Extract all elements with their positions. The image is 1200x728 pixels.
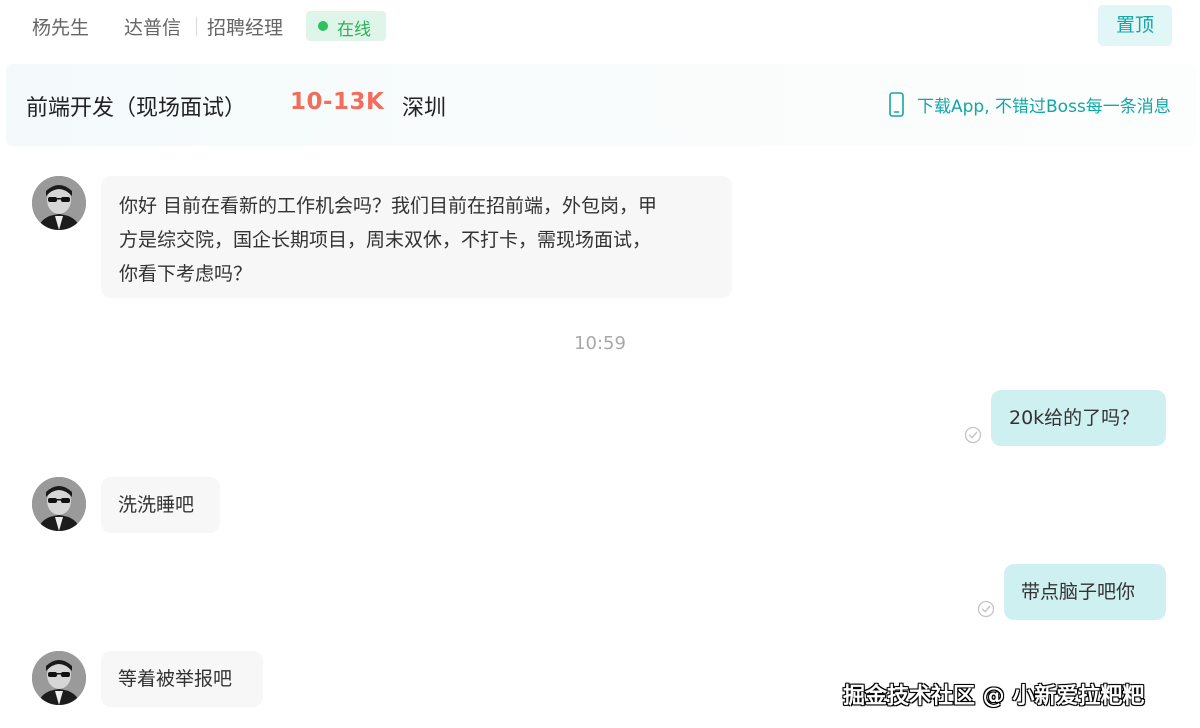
job-salary: 10-13K	[290, 89, 385, 115]
message-time-divider: 10:59	[574, 333, 626, 354]
online-status-text: 在线	[337, 20, 371, 40]
job-title[interactable]: 前端开发（现场面试）	[26, 90, 246, 122]
message-text: 洗洗睡吧	[118, 494, 195, 516]
message-text: 带点脑子吧你	[1021, 581, 1136, 603]
contact-role: 招聘经理	[207, 17, 284, 39]
download-app-text: 下载App, 不错过Boss每一条消息	[917, 97, 1171, 117]
message-text: 等着被举报吧	[118, 668, 233, 690]
read-receipt-icon	[964, 426, 982, 444]
online-status-badge: 在线	[306, 11, 386, 41]
contact-name: 杨先生	[32, 17, 90, 39]
mobile-phone-icon	[889, 92, 904, 117]
message-bubble-incoming: 洗洗睡吧	[101, 477, 220, 533]
recruiter-avatar[interactable]	[32, 477, 86, 531]
message-line: 你看下考虑吗？	[119, 263, 253, 285]
recruiter-avatar[interactable]	[32, 176, 86, 230]
job-city: 深圳	[402, 96, 447, 121]
chat-header: 杨先生 达普信 招聘经理 在线 置顶	[0, 0, 1200, 56]
pin-chat-button[interactable]: 置顶	[1098, 5, 1172, 46]
message-bubble-incoming: 你好 目前在看新的工作机会吗？我们目前在招前端，外包岗，甲 方是综交院，国企长期…	[101, 176, 732, 298]
message-text: 20k给的了吗？	[1009, 407, 1140, 429]
message-line: 方是综交院，国企长期项目，周末双休，不打卡，需现场面试，	[119, 229, 652, 251]
contact-company: 达普信	[124, 17, 182, 39]
header-divider	[196, 17, 197, 36]
watermark-text: 掘金技术社区 @ 小新爱拉粑粑	[843, 684, 1145, 709]
message-bubble-incoming: 等着被举报吧	[101, 651, 263, 707]
message-line: 你好 目前在看新的工作机会吗？我们目前在招前端，外包岗，甲	[119, 195, 658, 217]
recruiter-avatar[interactable]	[32, 651, 86, 705]
message-bubble-outgoing: 20k给的了吗？	[991, 390, 1166, 446]
read-receipt-icon	[977, 600, 995, 618]
online-dot-icon	[318, 21, 328, 31]
job-info-bar: 前端开发（现场面试） 10-13K 深圳 下载App, 不错过Boss每一条消息	[6, 64, 1196, 146]
message-bubble-outgoing: 带点脑子吧你	[1004, 564, 1166, 620]
